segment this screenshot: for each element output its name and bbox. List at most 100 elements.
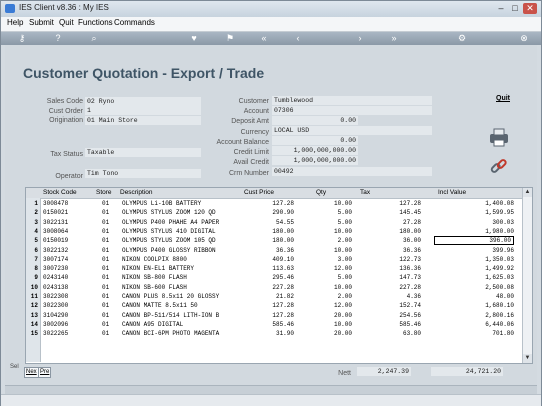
- row-number[interactable]: 7: [26, 255, 38, 264]
- cell-incl-value[interactable]: 2,800.16: [434, 311, 514, 320]
- maximize-icon[interactable]: □: [509, 3, 521, 14]
- cell-tax[interactable]: 180.00: [376, 227, 421, 236]
- cell-stock-code[interactable]: 3022265: [43, 329, 68, 338]
- cell-stock-code[interactable]: 3022131: [43, 218, 68, 227]
- cell-incl-value[interactable]: 1,350.03: [434, 255, 514, 264]
- tax-status-field[interactable]: Taxable: [85, 148, 201, 157]
- col-incl-value[interactable]: Incl Value: [438, 189, 466, 196]
- table-row[interactable]: 1 3008478 01 OLYMPUS Li-10B BATTERY 127.28 10…: [26, 199, 522, 208]
- cell-description[interactable]: NIKON COOLPIX 8800: [122, 255, 187, 264]
- cell-store[interactable]: 01: [102, 264, 109, 273]
- cell-store[interactable]: 01: [102, 255, 109, 264]
- minimize-icon[interactable]: –: [495, 3, 507, 14]
- cell-stock-code[interactable]: 3022132: [43, 246, 68, 255]
- table-row[interactable]: 8 3007230 01 NIKON EN-EL1 BATTERY 113.63 12.0…: [26, 264, 522, 273]
- cell-qty[interactable]: 5.00: [312, 273, 352, 282]
- cell-qty[interactable]: 20.00: [312, 329, 352, 338]
- cell-qty[interactable]: 3.00: [312, 255, 352, 264]
- quit-link[interactable]: Quit: [496, 95, 510, 102]
- row-number[interactable]: 6: [26, 246, 38, 255]
- cell-incl-value[interactable]: 396.00: [434, 236, 514, 246]
- cell-incl-value[interactable]: 48.00: [434, 292, 514, 301]
- row-number[interactable]: 1: [26, 199, 38, 208]
- cell-incl-value[interactable]: 701.80: [434, 329, 514, 338]
- next-button[interactable]: Nex: [24, 367, 39, 378]
- cell-description[interactable]: OLYMPUS Li-10B BATTERY: [122, 199, 201, 208]
- close-window-icon[interactable]: ✕: [523, 3, 537, 14]
- cell-tax[interactable]: 227.28: [376, 283, 421, 292]
- cell-incl-value[interactable]: 1,625.03: [434, 273, 514, 282]
- cell-tax[interactable]: 585.46: [376, 320, 421, 329]
- cell-stock-code[interactable]: 3104290: [43, 311, 68, 320]
- cell-store[interactable]: 01: [102, 218, 109, 227]
- cell-incl-value[interactable]: 300.03: [434, 218, 514, 227]
- cell-incl-value[interactable]: 6,440.06: [434, 320, 514, 329]
- cell-qty[interactable]: 10.00: [312, 246, 352, 255]
- cell-cust-price[interactable]: 31.90: [248, 329, 294, 338]
- print-icon[interactable]: [488, 127, 510, 147]
- table-row[interactable]: 4 3008064 01 OLYMPUS STYLUS 410 DIGITAL 180.…: [26, 227, 522, 236]
- col-cust-price[interactable]: Cust Price: [244, 189, 274, 196]
- cell-qty[interactable]: 12.00: [312, 301, 352, 310]
- settings-icon[interactable]: ⚙: [455, 33, 469, 44]
- cell-description[interactable]: OLYMPUS P400 PHAHE A4 PAPER: [122, 218, 219, 227]
- cell-store[interactable]: 01: [102, 283, 109, 292]
- search-icon[interactable]: ⌕: [87, 33, 101, 44]
- cell-stock-code[interactable]: 3007174: [43, 255, 68, 264]
- table-row[interactable]: 12 3022300 01 CANON MATTE 8.5x11 50 127.28 12…: [26, 301, 522, 310]
- cell-qty[interactable]: 20.00: [312, 311, 352, 320]
- cell-incl-value[interactable]: 2,500.08: [434, 283, 514, 292]
- rewind-icon[interactable]: «: [257, 33, 271, 44]
- cell-qty[interactable]: 10.00: [312, 283, 352, 292]
- operator-field[interactable]: Tim Tono: [85, 169, 201, 178]
- cell-incl-value[interactable]: 1,980.00: [434, 227, 514, 236]
- col-tax[interactable]: Tax: [360, 189, 370, 196]
- help-icon[interactable]: ?: [51, 33, 65, 44]
- account-field[interactable]: 07306: [272, 106, 432, 115]
- table-row[interactable]: 3 3022131 01 OLYMPUS P400 PHAHE A4 PAPER 54.…: [26, 218, 522, 227]
- cell-cust-price[interactable]: 113.63: [248, 264, 294, 273]
- row-number[interactable]: 5: [26, 236, 38, 245]
- cell-cust-price[interactable]: 290.90: [248, 208, 294, 217]
- prev-button[interactable]: Pre: [38, 367, 52, 378]
- cell-incl-value[interactable]: 399.96: [434, 246, 514, 255]
- cell-incl-value[interactable]: 1,400.08: [434, 199, 514, 208]
- cell-store[interactable]: 01: [102, 329, 109, 338]
- cell-store[interactable]: 01: [102, 311, 109, 320]
- row-number[interactable]: 2: [26, 208, 38, 217]
- cell-qty[interactable]: 12.00: [312, 264, 352, 273]
- cell-description[interactable]: OLYMPUS STYLUS 410 DIGITAL: [122, 227, 216, 236]
- cell-tax[interactable]: 152.74: [376, 301, 421, 310]
- cell-cust-price[interactable]: 36.36: [248, 246, 294, 255]
- cell-store[interactable]: 01: [102, 208, 109, 217]
- cell-stock-code[interactable]: 3008064: [43, 227, 68, 236]
- cell-stock-code[interactable]: 3002096: [43, 320, 68, 329]
- cell-tax[interactable]: 36.00: [376, 236, 421, 245]
- col-stock-code[interactable]: Stock Code: [43, 189, 77, 196]
- cell-store[interactable]: 01: [102, 246, 109, 255]
- horizontal-scrollbar[interactable]: [5, 385, 537, 394]
- table-row[interactable]: 9 0243140 01 NIKON SB-800 FLASH 295.46 5.00 14…: [26, 273, 522, 282]
- cell-cust-price[interactable]: 127.28: [248, 311, 294, 320]
- cell-description[interactable]: OLYMPUS STYLUS ZOOM 105 QD: [122, 236, 216, 245]
- cell-cust-price[interactable]: 295.46: [248, 273, 294, 282]
- cell-tax[interactable]: 63.80: [376, 329, 421, 338]
- cell-store[interactable]: 01: [102, 199, 109, 208]
- menu-commands[interactable]: Commands: [114, 18, 155, 27]
- scroll-up-icon[interactable]: ▲: [523, 188, 532, 197]
- table-row[interactable]: 2 0150021 01 OLYMPUS STYLUS ZOOM 120 QD 290.…: [26, 208, 522, 217]
- menu-quit[interactable]: Quit: [59, 18, 74, 27]
- link-icon[interactable]: [489, 157, 509, 177]
- cell-tax[interactable]: 136.36: [376, 264, 421, 273]
- deposit-amt-field[interactable]: 0.00: [272, 116, 358, 125]
- cell-stock-code[interactable]: 0243138: [43, 283, 68, 292]
- cell-description[interactable]: OLYMPUS P400 GLOSSY RIBBON: [122, 246, 216, 255]
- cell-store[interactable]: 01: [102, 236, 109, 245]
- cell-store[interactable]: 01: [102, 273, 109, 282]
- cell-store[interactable]: 01: [102, 227, 109, 236]
- cell-description[interactable]: CANON BP-511/514 LITH-ION B: [122, 311, 219, 320]
- cell-cust-price[interactable]: 180.00: [248, 236, 294, 245]
- cell-stock-code[interactable]: 3022300: [43, 301, 68, 310]
- cell-stock-code[interactable]: 0150021: [43, 208, 68, 217]
- cell-qty[interactable]: 10.00: [312, 227, 352, 236]
